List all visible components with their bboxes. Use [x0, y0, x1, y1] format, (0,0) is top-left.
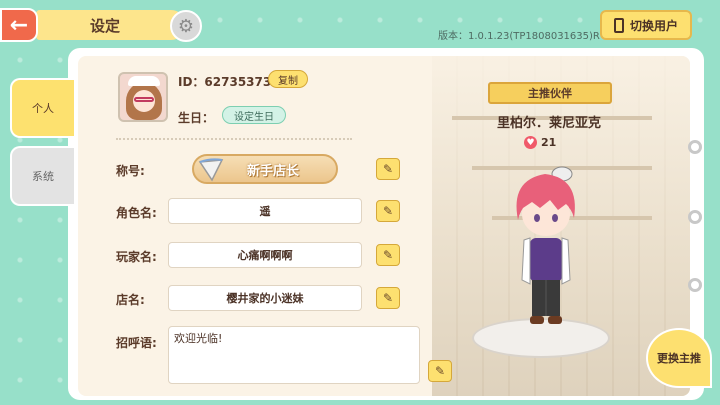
- pencil-icon: ✎: [382, 162, 394, 176]
- binder-ring: [688, 278, 702, 292]
- greeting-label: 招呼语:: [116, 336, 157, 350]
- tab-personal[interactable]: 个人: [10, 78, 74, 138]
- affection-row: ♥ 21: [524, 136, 556, 149]
- affection-value: 21: [541, 136, 557, 149]
- shop-name-field[interactable]: 樱井家的小迷妹: [168, 285, 362, 311]
- pencil-icon: ✎: [382, 291, 394, 305]
- switch-user-label: 切换用户: [629, 18, 678, 33]
- edit-player-button[interactable]: ✎: [376, 244, 400, 266]
- pencil-icon: ✎: [382, 204, 394, 218]
- arrow-left-icon: ←: [9, 12, 29, 38]
- phone-icon: [613, 17, 624, 33]
- title-label: 称号:: [116, 164, 145, 178]
- player-id: ID：62735373: [178, 75, 272, 89]
- pencil-icon: ✎: [434, 364, 446, 378]
- pencil-icon: ✎: [382, 248, 394, 262]
- switch-user-button[interactable]: 切换用户: [600, 10, 692, 40]
- partner-name: 里柏尔．莱尼亚克: [496, 116, 601, 131]
- change-partner-button[interactable]: 更换主推: [646, 328, 712, 388]
- set-birthday-button[interactable]: 设定生日: [222, 106, 286, 124]
- edit-role-button[interactable]: ✎: [376, 200, 400, 222]
- version-text: 版本：1.0.1.23(TP1808031635)R: [438, 31, 600, 42]
- divider: [116, 138, 352, 140]
- gear-icon: ⚙: [170, 10, 202, 42]
- birthday-label: 生日：: [178, 111, 215, 125]
- player-label: 玩家名:: [116, 250, 157, 264]
- role-name-field[interactable]: 遥: [168, 198, 362, 224]
- edit-shop-button[interactable]: ✎: [376, 287, 400, 309]
- player-name-field[interactable]: 心痛啊啊啊: [168, 242, 362, 268]
- tab-system[interactable]: 系统: [10, 146, 74, 206]
- avatar[interactable]: [118, 72, 168, 122]
- copy-id-button[interactable]: 复制: [268, 70, 308, 88]
- role-label: 角色名:: [116, 206, 157, 220]
- top-bar: 设定 ← ⚙ 版本：1.0.1.23(TP1808031635)R 切换用户: [0, 0, 720, 52]
- partner-character[interactable]: [500, 160, 590, 350]
- heart-icon: ♥: [524, 136, 537, 149]
- page-title: 设定: [36, 10, 186, 40]
- piping-bag-icon: [198, 158, 224, 182]
- binder-ring: [688, 210, 702, 224]
- edit-greeting-button[interactable]: ✎: [428, 360, 452, 382]
- edit-title-button[interactable]: ✎: [376, 158, 400, 180]
- shop-label: 店名:: [116, 293, 145, 307]
- title-value: 新手店长: [246, 163, 299, 179]
- back-button[interactable]: ←: [0, 8, 38, 42]
- greeting-field[interactable]: 欢迎光临!: [168, 326, 420, 384]
- partner-ribbon: 主推伙伴: [488, 82, 612, 104]
- binder-ring: [688, 140, 702, 154]
